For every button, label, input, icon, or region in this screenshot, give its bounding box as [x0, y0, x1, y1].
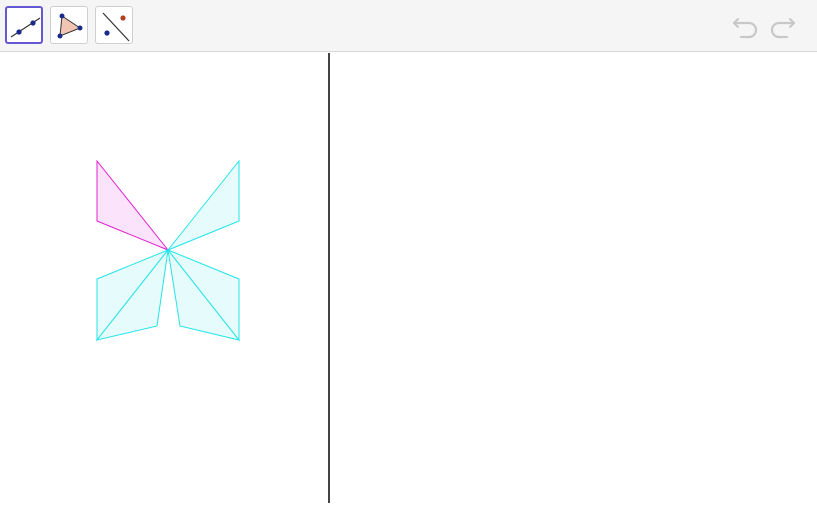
reflect-tool-button[interactable] [95, 6, 133, 44]
toolbar [0, 0, 817, 52]
view-divider[interactable] [328, 53, 330, 503]
line-through-two-points-icon [10, 17, 41, 38]
original-polygon[interactable] [96, 159, 170, 252]
polygon-tool-button[interactable] [50, 6, 88, 44]
redo-icon[interactable] [767, 13, 797, 41]
undo-icon[interactable] [731, 13, 761, 41]
reflected-polygon-top-right[interactable] [166, 159, 240, 252]
reflect-about-line-icon [102, 12, 130, 42]
graphics-canvas[interactable] [0, 53, 817, 503]
line-tool-button[interactable] [5, 6, 43, 44]
geometry-drawing[interactable] [0, 53, 817, 503]
polygon-icon [57, 13, 83, 39]
